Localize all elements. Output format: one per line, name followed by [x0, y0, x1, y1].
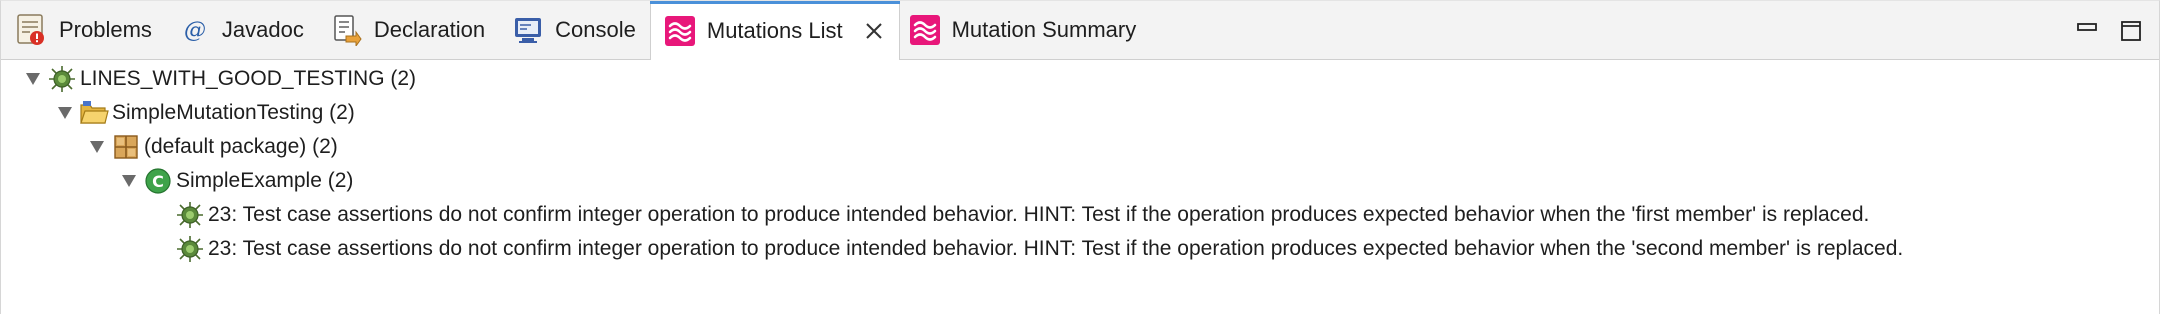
svg-text:C: C — [152, 172, 164, 191]
tree-node-class[interactable]: C SimpleExample (2) — [119, 164, 353, 198]
project-folder-icon — [79, 98, 109, 128]
mutations-tree: LINES_WITH_GOOD_TESTING (2) SimpleMutati… — [1, 60, 2159, 315]
tree-node-label: SimpleMutationTesting (2) — [112, 101, 355, 124]
tab-label: Problems — [59, 17, 152, 42]
declaration-icon — [330, 13, 364, 47]
close-icon[interactable] — [863, 20, 885, 42]
expand-triangle-icon[interactable] — [23, 69, 43, 89]
minimize-icon[interactable] — [2075, 19, 2099, 43]
maximize-icon[interactable] — [2119, 19, 2143, 43]
tab-label: Declaration — [373, 17, 486, 42]
mutations-icon — [663, 14, 697, 48]
tree-node-label: 23: Test case assertions do not confirm … — [208, 237, 1904, 260]
tab-label: Mutation Summary — [951, 17, 1137, 42]
expand-triangle-icon[interactable] — [119, 171, 139, 191]
class-icon: C — [143, 166, 173, 196]
javadoc-icon: @ — [178, 13, 212, 47]
tree-node-mutant[interactable]: 23: Test case assertions do not confirm … — [175, 198, 1869, 232]
tab-mutations-list[interactable]: Mutations List — [649, 1, 900, 60]
svg-text:@: @ — [184, 18, 206, 43]
tab-mutation-summary[interactable]: Mutation Summary — [900, 1, 1151, 59]
expand-triangle-icon[interactable] — [55, 103, 75, 123]
tree-node-package[interactable]: (default package) (2) — [87, 130, 338, 164]
mutant-bug-icon — [175, 200, 205, 230]
tree-node-label: SimpleExample (2) — [176, 169, 354, 192]
tab-declaration[interactable]: Declaration — [318, 1, 499, 59]
tree-node-label: 23: Test case assertions do not confirm … — [208, 203, 1870, 226]
problems-icon — [15, 13, 49, 47]
tab-problems[interactable]: Problems — [1, 1, 166, 59]
tree-node-project[interactable]: SimpleMutationTesting (2) — [55, 96, 355, 130]
tab-label: Mutations List — [706, 17, 843, 43]
package-icon — [111, 132, 141, 162]
mutations-view-panel: Problems @ Javadoc Declaration Console M… — [0, 0, 2160, 314]
mutant-bug-icon — [175, 234, 205, 264]
tree-node-label: LINES_WITH_GOOD_TESTING (2) — [80, 67, 417, 90]
tree-node-label: (default package) (2) — [144, 135, 338, 158]
console-icon — [511, 13, 545, 47]
mutations-icon — [908, 13, 942, 47]
tab-label: Console — [555, 17, 636, 42]
mutant-bug-icon — [47, 64, 77, 94]
expand-triangle-icon[interactable] — [87, 137, 107, 157]
tab-javadoc[interactable]: @ Javadoc — [166, 1, 318, 59]
tree-node-mutation-category[interactable]: LINES_WITH_GOOD_TESTING (2) — [23, 62, 416, 96]
tree-node-mutant[interactable]: 23: Test case assertions do not confirm … — [175, 232, 1903, 266]
view-window-controls — [2075, 19, 2143, 43]
tab-console[interactable]: Console — [499, 1, 650, 59]
tab-label: Javadoc — [221, 17, 304, 42]
view-tab-bar: Problems @ Javadoc Declaration Console M… — [1, 1, 2159, 60]
